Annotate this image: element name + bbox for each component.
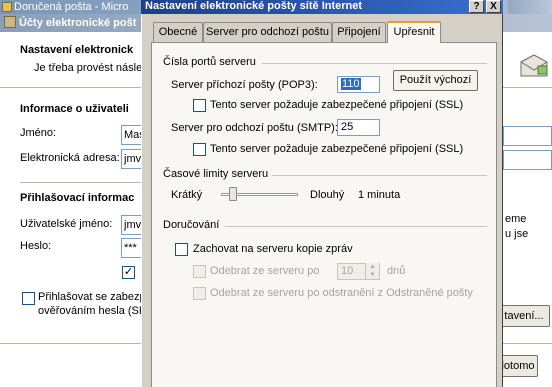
timeouts-section-line [272, 175, 487, 176]
spa-label-line1: Přihlašovat se zabezp [38, 291, 146, 303]
tab-advanced[interactable]: Upřesnit [387, 21, 441, 43]
remove-deleted-checkbox[interactable] [193, 287, 206, 300]
spinner-down-icon[interactable]: ▼ [366, 271, 379, 279]
pop3-port-value: 110 [341, 78, 361, 90]
keep-copy-label: Zachovat na serveru kopie zpráv [193, 243, 353, 255]
wizard-title: Účty elektronické pošt [19, 17, 137, 29]
advanced-tab-panel [151, 42, 497, 387]
smtp-port-input[interactable]: 25 [337, 119, 380, 136]
ports-section-heading: Čísla portů serveru [163, 56, 256, 68]
background-window-titlebar-right [508, 0, 552, 14]
wizard-subheading: Je třeba provést násle [34, 62, 143, 74]
smtp-label: Server pro odchozí poštu (SMTP): [171, 122, 338, 134]
next-button[interactable]: lotomo [498, 355, 538, 377]
envelope-icon [520, 54, 548, 77]
outlook-app-icon [2, 2, 12, 12]
ssl-incoming-checkbox[interactable] [193, 99, 206, 112]
timeouts-section-heading: Časové limity serveru [163, 168, 269, 180]
spinner-up-icon[interactable]: ▲ [366, 263, 379, 271]
tab-outgoing-server[interactable]: Server pro odchozí poštu [203, 22, 332, 42]
name-field[interactable]: Mas [121, 125, 143, 145]
right-field-1[interactable] [503, 126, 552, 146]
wizard-section-user: Informace o uživateli [20, 103, 129, 115]
username-field[interactable]: jmv [121, 215, 143, 235]
tab-general[interactable]: Obecné [153, 22, 203, 42]
pop3-label: Server příchozí pošty (POP3): [171, 79, 318, 91]
pop3-port-input[interactable]: 110 [337, 76, 380, 93]
ssl-incoming-label: Tento server požaduje zabezpečené připoj… [210, 99, 464, 111]
spa-label-line2: ověřováním hesla (SP [38, 305, 147, 317]
remove-deleted-label: Odebrat ze serveru po odstranění z Odstr… [210, 287, 473, 299]
password-label: Heslo: [20, 240, 52, 252]
right-text-1: eme [505, 213, 527, 225]
delivery-section-heading: Doručování [163, 219, 220, 231]
dialog-title: Nastavení elektronické pošty sítě Intern… [145, 0, 363, 12]
name-label: Jméno: [20, 127, 57, 139]
use-default-button[interactable]: Použít výchozí [393, 70, 478, 91]
wizard-divider [20, 182, 141, 183]
ssl-outgoing-checkbox[interactable] [193, 143, 206, 156]
right-text-2: u jse [505, 228, 529, 240]
remember-password-checkbox[interactable]: ✓ [122, 266, 135, 279]
delivery-section-line [225, 226, 487, 227]
email-field[interactable]: jmv [121, 149, 143, 169]
username-label: Uživatelské jméno: [20, 218, 113, 230]
timeout-short-label: Krátký [171, 189, 203, 201]
ssl-outgoing-label: Tento server požaduje zabezpečené připoj… [210, 143, 464, 155]
email-label: Elektronická adresa: [20, 152, 120, 164]
timeout-slider-thumb[interactable] [229, 187, 237, 201]
help-button[interactable]: ? [469, 0, 484, 13]
ports-section-line [262, 63, 487, 64]
right-field-2[interactable] [503, 150, 552, 170]
keep-copy-checkbox[interactable] [175, 243, 188, 256]
days-unit-label: dnů [387, 265, 406, 277]
more-settings-button[interactable]: tavení... [498, 305, 550, 327]
remove-after-days-spinner[interactable]: ▲ ▼ [365, 263, 379, 280]
wizard-icon [4, 16, 16, 28]
dialog-titlebar[interactable]: Nastavení elektronické pošty sítě Intern… [141, 0, 503, 14]
password-field[interactable]: *** [121, 238, 143, 258]
tab-connection[interactable]: Připojení [332, 22, 386, 42]
remove-after-checkbox[interactable] [193, 265, 206, 278]
background-window-title: Doručená pošta - Micro [14, 1, 129, 13]
wizard-heading: Nastavení elektronick [20, 44, 134, 56]
close-button[interactable]: X [486, 0, 501, 13]
spa-checkbox[interactable] [22, 292, 35, 305]
remove-after-label: Odebrat ze serveru po [210, 265, 320, 277]
timeout-value: 1 minuta [358, 189, 401, 201]
wizard-section-login: Přihlašovací informac [20, 192, 135, 204]
timeout-long-label: Dlouhý [310, 189, 345, 201]
